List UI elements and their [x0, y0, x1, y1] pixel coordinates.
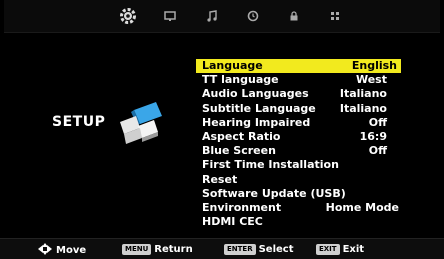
menu-item-value: Off — [368, 144, 387, 158]
menu-item-value: Italiano — [339, 87, 387, 101]
menu-item-blue-screen[interactable]: Blue Screen Off — [196, 144, 401, 158]
menu-item-label: Audio Languages — [202, 87, 309, 101]
menu-item-label: Subtitle Language — [202, 101, 316, 115]
menu-item-tt-language[interactable]: TT language West — [196, 73, 401, 87]
menu-item-label: Blue Screen — [202, 144, 276, 158]
arrow-keys-icon — [38, 243, 52, 255]
menu-item-language[interactable]: Language English — [196, 59, 401, 74]
grid-icon[interactable] — [326, 7, 344, 25]
menu-item-value: English — [351, 59, 397, 72]
menu-item-value: Italiano — [339, 101, 387, 115]
exit-hint: EXIT Exit — [316, 243, 364, 257]
menu-item-label: Reset — [202, 172, 238, 186]
menu-item-label: Language — [202, 59, 263, 72]
move-hint: Move — [38, 243, 86, 257]
setup-menu: Language English TT language West Audio Lang… — [196, 59, 401, 229]
menu-item-reset[interactable]: Reset — [196, 173, 401, 187]
page-title: SETUP — [52, 114, 106, 130]
menu-item-value: West — [355, 73, 387, 87]
lock-icon[interactable] — [285, 7, 303, 25]
menu-item-environment[interactable]: Environment Home Mode — [196, 201, 401, 215]
menu-item-value: Home Mode — [325, 200, 399, 214]
menu-item-label: TT language — [202, 73, 279, 87]
enter-key: ENTER — [224, 244, 256, 255]
gear-icon[interactable] — [119, 7, 137, 25]
menu-item-audio-languages[interactable]: Audio Languages Italiano — [196, 87, 401, 101]
menu-item-value: 16:9 — [359, 129, 387, 143]
monitor-icon[interactable] — [161, 7, 179, 25]
menu-item-value: Off — [368, 115, 387, 129]
menu-item-aspect-ratio[interactable]: Aspect Ratio 16:9 — [196, 130, 401, 144]
menu-item-label: Environment — [202, 200, 282, 214]
return-hint: MENU Return — [122, 243, 193, 257]
menu-item-label: Hearing Impaired — [202, 115, 311, 129]
menu-item-subtitle-language[interactable]: Subtitle Language Italiano — [196, 102, 401, 116]
menu-item-label: HDMI CEC — [202, 215, 263, 229]
menu-item-label: First Time Installation — [202, 158, 339, 172]
menu-item-label: Aspect Ratio — [202, 129, 281, 143]
exit-key: EXIT — [316, 244, 340, 255]
menu-item-software-update-usb[interactable]: Software Update (USB) — [196, 187, 401, 201]
setup-logo — [114, 92, 170, 148]
menu-tab-bar — [4, 0, 440, 33]
select-hint: ENTER Select — [224, 243, 294, 257]
menu-key: MENU — [122, 244, 152, 255]
music-note-icon[interactable] — [203, 7, 221, 25]
menu-item-first-time-installation[interactable]: First Time Installation — [196, 158, 401, 172]
menu-item-hearing-impaired[interactable]: Hearing Impaired Off — [196, 116, 401, 130]
clock-icon[interactable] — [244, 7, 262, 25]
tv-setup-screen: SETUP Language English TT language West Audi… — [0, 0, 444, 259]
menu-item-hdmi-cec[interactable]: HDMI CEC — [196, 215, 401, 229]
menu-item-label: Software Update (USB) — [202, 186, 346, 200]
footer-hint-bar: Move MENU Return ENTER Select EXIT Exit — [0, 238, 444, 259]
